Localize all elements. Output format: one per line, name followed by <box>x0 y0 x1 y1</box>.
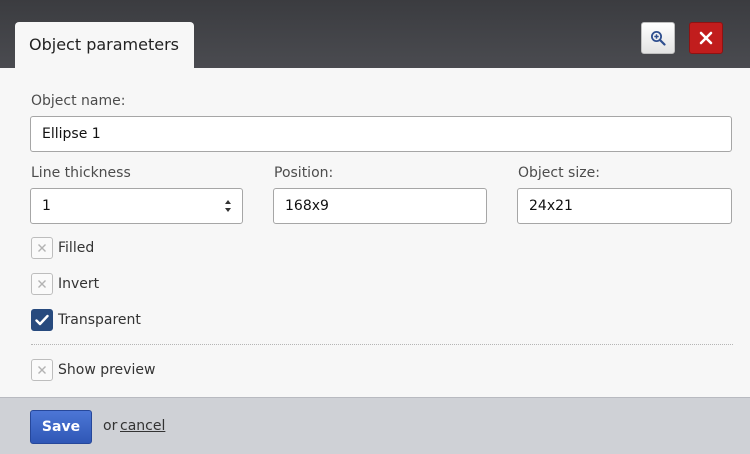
show-preview-checkbox-row[interactable]: Show preview <box>31 359 155 381</box>
object-parameters-dialog: Object parameters Object name: Ellipse 1… <box>0 0 750 454</box>
dialog-footer: Save or cancel <box>0 397 750 454</box>
show-preview-checkbox[interactable] <box>31 359 53 381</box>
zoom-in-icon <box>651 31 666 46</box>
unchecked-x-icon <box>38 244 46 252</box>
filled-checkbox-row[interactable]: Filled <box>31 237 94 259</box>
show-preview-label: Show preview <box>58 362 156 378</box>
line-thickness-value: 1 <box>42 198 51 214</box>
line-thickness-label: Line thickness <box>31 165 131 181</box>
zoom-button[interactable] <box>641 22 675 54</box>
object-size-label: Object size: <box>518 165 600 181</box>
section-divider <box>31 344 733 345</box>
dialog-header: Object parameters <box>0 0 750 68</box>
filled-checkbox[interactable] <box>31 237 53 259</box>
unchecked-x-icon <box>38 366 46 374</box>
transparent-checkbox[interactable] <box>31 309 53 331</box>
invert-checkbox[interactable] <box>31 273 53 295</box>
filled-label: Filled <box>58 240 95 256</box>
position-label: Position: <box>274 165 334 181</box>
invert-checkbox-row[interactable]: Invert <box>31 273 99 295</box>
dialog-title-tab[interactable]: Object parameters <box>15 22 194 68</box>
transparent-checkbox-row[interactable]: Transparent <box>31 309 141 331</box>
or-text: or <box>103 418 118 434</box>
checkmark-icon <box>35 314 49 326</box>
cancel-link[interactable]: cancel <box>120 418 165 434</box>
object-name-label: Object name: <box>31 93 126 109</box>
spinner-arrows-icon[interactable] <box>224 198 232 214</box>
transparent-label: Transparent <box>58 312 141 328</box>
line-thickness-stepper[interactable]: 1 <box>30 188 243 224</box>
unchecked-x-icon <box>38 280 46 288</box>
close-button[interactable] <box>689 22 723 54</box>
close-icon <box>699 31 713 45</box>
invert-label: Invert <box>58 276 100 292</box>
object-size-input[interactable]: 24x21 <box>517 188 732 224</box>
position-input[interactable]: 168x9 <box>273 188 487 224</box>
object-name-input[interactable]: Ellipse 1 <box>30 116 732 152</box>
save-button[interactable]: Save <box>30 410 92 444</box>
